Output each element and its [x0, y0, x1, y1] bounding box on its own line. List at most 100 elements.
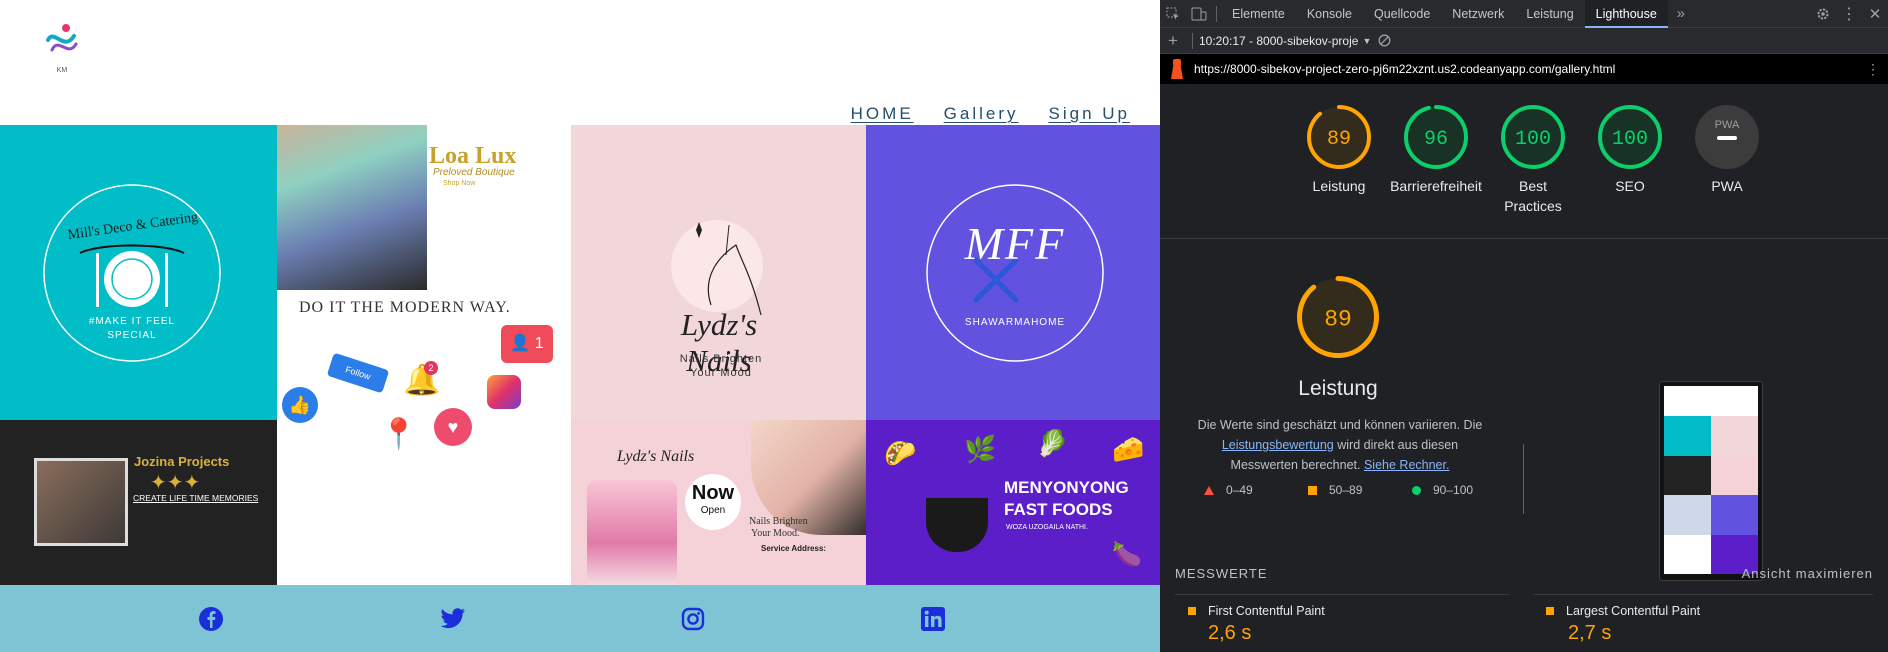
report-selector-value: 10:20:17 - 8000-sibekov-proje [1199, 33, 1359, 48]
metric-fcp-label: First Contentful Paint [1208, 604, 1325, 618]
menyo-slogan: WOZA UZOGAILA NATHI. [1006, 524, 1088, 531]
performance-section: 89 Leistung Die Werte sind geschätzt und… [1160, 239, 1888, 581]
gallery-tile-lydz-nails[interactable]: Lydz's Nails Nails Brighten Your Mood [571, 125, 866, 420]
polish-bottles-photo [587, 480, 677, 585]
lydz2-brand: Lydz's Nails [617, 448, 695, 465]
notification-count: 1 [534, 335, 544, 352]
gallery-tile-jozina[interactable]: Jozina Projects ✦✦✦ CREATE LIFE TIME MEM… [0, 420, 277, 585]
device-toolbar-icon[interactable] [1186, 0, 1212, 28]
tab-konsole[interactable]: Konsole [1296, 0, 1363, 28]
legend-average: 50–89 [1308, 483, 1412, 497]
metrics-divider [1175, 594, 1509, 595]
gauge-pwa-label: PWA [1711, 178, 1743, 194]
mff-monogram: MFF [964, 218, 1066, 269]
tab-lighthouse[interactable]: Lighthouse [1584, 0, 1668, 28]
linkedin-icon[interactable] [919, 605, 947, 633]
facebook-icon[interactable] [197, 605, 225, 633]
lux-shop-now: Shop Now [443, 180, 476, 187]
expand-view-toggle[interactable]: Ansicht maximieren [1742, 566, 1873, 581]
gauge-barrierefreiheit-label: Barrierefreiheit [1390, 178, 1482, 194]
tab-leistung[interactable]: Leistung [1515, 0, 1584, 28]
location-pin-icon: 📍 [380, 418, 418, 451]
gauge-seo[interactable]: 100 SEO [1591, 104, 1669, 196]
tab-quellcode[interactable]: Quellcode [1363, 0, 1441, 28]
metrics-divider [1533, 594, 1873, 595]
now-open-badge: Now Open [685, 474, 741, 530]
pwa-badge-icon: PWA [1695, 105, 1759, 169]
jozina-name: Jozina Projects [134, 454, 230, 469]
nav-signup-link[interactable]: Sign Up [1049, 104, 1130, 124]
jozina-frame-photo [34, 458, 128, 546]
inspect-element-icon[interactable] [1160, 0, 1186, 28]
nav-home-link[interactable]: HOME [851, 104, 914, 124]
gallery-tile-mills-deco[interactable]: Mill's Deco & Catering #MAKE IT FEEL SPE… [0, 125, 277, 420]
score-gauge-value: 100 [1612, 128, 1648, 151]
toolbar-separator [1192, 32, 1193, 49]
score-gauge-value: 96 [1424, 128, 1448, 151]
lux-clothing-photo [277, 125, 427, 290]
lighthouse-logo-icon [1170, 59, 1184, 79]
follow-label: Follow [344, 364, 372, 382]
twitter-icon[interactable] [439, 605, 467, 633]
cabbage-icon: 🥬 [1036, 428, 1069, 458]
cauldron-icon [926, 498, 988, 552]
tab-elemente[interactable]: Elemente [1221, 0, 1296, 28]
performance-gauge-ring: 89 [1297, 276, 1379, 358]
follow-badge: Follow [326, 352, 390, 394]
audited-url-bar: https://8000-sibekov-project-zero-pj6m22… [1160, 54, 1888, 84]
report-selector[interactable]: 10:20:17 - 8000-sibekov-proje ▼ [1199, 34, 1371, 48]
performance-big-gauge[interactable]: 89 [1296, 275, 1380, 364]
gauge-leistung[interactable]: 89 Leistung [1300, 104, 1378, 196]
final-screenshot-thumbnail[interactable] [1659, 381, 1763, 581]
score-gauge-ring: 100 [1501, 105, 1565, 169]
tab-netzwerk[interactable]: Netzwerk [1441, 0, 1515, 28]
website-viewport: KM HOME Gallery Sign Up Mill's Deco & Ca… [0, 0, 1160, 652]
bell-count: 2 [424, 361, 438, 375]
audited-url[interactable]: https://8000-sibekov-project-zero-pj6m22… [1194, 62, 1615, 76]
service-address-label: Service Address: [761, 544, 827, 553]
gallery-tile-mff[interactable]: MFF SHAWARMAHOME [866, 125, 1160, 420]
score-gauge-value: 100 [1515, 128, 1551, 151]
performance-gauge-value: 89 [1324, 306, 1352, 332]
lydz2-tagline-2: Your Mood. [751, 528, 800, 539]
gauge-pwa[interactable]: PWA PWA [1688, 104, 1766, 196]
user-icon: 👤 [510, 335, 531, 352]
lighthouse-toolbar: + 10:20:17 - 8000-sibekov-proje ▼ [1160, 28, 1888, 54]
more-tabs-icon[interactable]: » [1668, 0, 1694, 28]
gallery-tile-loa-lux[interactable]: Loa Lux Preloved Boutique Shop Now DO IT… [277, 125, 571, 585]
lighthouse-report: 89 Leistung 96 Barrierefreiheit 100 Best… [1160, 84, 1888, 652]
red-triangle-icon [1204, 485, 1214, 495]
nav-gallery-link[interactable]: Gallery [944, 104, 1019, 124]
performance-title: Leistung [1298, 377, 1378, 400]
url-menu-icon[interactable]: ⋮ [1866, 61, 1880, 78]
legend-average-range: 50–89 [1329, 483, 1363, 497]
jozina-ornament: ✦✦✦ [150, 472, 201, 494]
siehe-rechner-link[interactable]: Siehe Rechner. [1364, 458, 1449, 472]
gallery-tile-menyonyong[interactable]: 🌮 🌿 🥬 🧀 MENYONYONG FAST FOODS WOZA UZOGA… [866, 420, 1160, 585]
main-nav: HOME Gallery Sign Up [851, 104, 1130, 124]
kebab-menu-icon[interactable]: ⋮ [1836, 0, 1862, 28]
lydz2-tagline-1: Nails Brighten [749, 516, 808, 527]
performance-description: Die Werte sind geschätzt und können vari… [1190, 415, 1490, 475]
gauge-seo-label: SEO [1615, 178, 1645, 194]
gauge-best-practices[interactable]: 100 Best Practices [1494, 104, 1572, 216]
gauge-barrierefreiheit[interactable]: 96 Barrierefreiheit [1390, 104, 1482, 196]
site-logo[interactable]: KM [44, 22, 80, 74]
open-label: Open [700, 505, 726, 516]
new-report-plus-icon[interactable]: + [1160, 27, 1186, 55]
settings-gear-icon[interactable] [1810, 0, 1836, 28]
toolbar-separator [1216, 5, 1217, 22]
score-gauge-ring: 96 [1404, 105, 1468, 169]
gallery-tile-lydz-nails-open[interactable]: Lydz's Nails Now Open Nails Brighten You… [571, 420, 866, 585]
clear-reports-icon[interactable] [1371, 27, 1397, 55]
legend-pass: 90–100 [1412, 483, 1516, 497]
instagram-icon[interactable] [679, 605, 707, 633]
lydz-tagline-2: Your Mood [690, 367, 752, 379]
close-devtools-icon[interactable]: ✕ [1862, 0, 1888, 28]
mff-name: SHAWARMAHOME [964, 317, 1066, 328]
taco-icon: 🌮 [884, 438, 917, 468]
metric-lcp: Largest Contentful Paint [1546, 604, 1700, 618]
leistungsbewertung-link[interactable]: Leistungsbewertung [1222, 438, 1334, 452]
legend-pass-range: 90–100 [1433, 483, 1474, 497]
lux-headline: DO IT THE MODERN WAY. [299, 299, 511, 316]
